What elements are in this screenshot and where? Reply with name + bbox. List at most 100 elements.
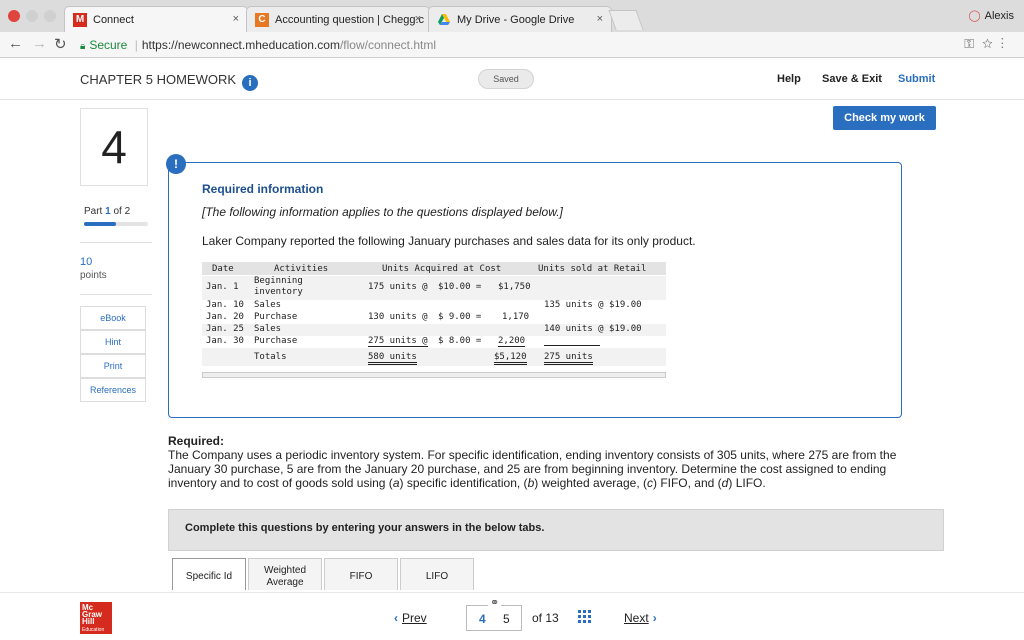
tab-specific-id[interactable]: Specific Id [172,558,246,590]
totals-acquired-total: $5,120 [494,352,527,365]
secure-label: Secure [89,38,128,52]
key-icon[interactable]: ⚿ [964,36,982,51]
cell-date: Jan. 1 [206,282,239,292]
chegg-icon: C [255,13,269,27]
part-progress-fill [84,222,116,226]
lock-icon: 🔒︎ [80,41,86,52]
logo-text: Education [82,627,105,633]
logo-text: Hill [82,617,95,626]
submit-button[interactable]: Submit [898,73,935,85]
required-text: The Company uses a periodic inventory sy… [168,448,928,490]
info-icon[interactable]: i [242,75,259,91]
google-drive-icon [437,13,451,27]
url-host: https://newconnect.mheducation.com [141,38,340,52]
required-text-part: ) LIFO. [728,476,766,490]
print-button[interactable]: Print [80,354,146,378]
star-icon[interactable]: ☆ [982,36,1001,51]
cell-acquired-units: 275 units @ [368,336,428,347]
cell-acquired-total: $1,750 [498,282,531,292]
tab-weighted-average[interactable]: Weighted Average [248,558,322,590]
divider [80,242,152,243]
window-minimize-button[interactable] [26,10,38,22]
browser-tab-chegg[interactable]: C Accounting question | Chegg.c × [246,6,430,32]
next-button[interactable]: Next › [624,611,661,625]
totals-acquired-units: 580 units [368,352,417,365]
tab-label: Weighted [263,565,307,576]
alert-icon: ! [166,154,186,174]
footer-nav: Mc Graw Hill Education ‹ Prev 4 5 ⚭ of 13… [0,592,1024,640]
column-header-date: Date [212,264,234,274]
cell-activity: Purchase [254,336,298,346]
browser-tab-connect[interactable]: M Connect × [64,6,248,32]
profile-name: Alexis [984,10,1014,22]
column-header-sold: Units sold at Retail [538,264,647,274]
divider [80,294,152,295]
current-page[interactable]: 4 [479,612,486,626]
cell-date: Jan. 10 [206,300,244,310]
mcgraw-hill-logo: Mc Graw Hill Education [80,602,112,634]
save-exit-button[interactable]: Save & Exit [822,73,882,85]
points-label: points [80,270,107,281]
new-tab-button[interactable] [608,10,644,30]
cell-acquired-cost: $ 9.00 = [438,312,482,322]
cell-date: Jan. 25 [206,324,244,334]
table-scrollbar[interactable] [202,372,666,378]
tab-label: Specific Id [185,571,233,582]
chevron-right-icon: › [652,611,657,625]
cell-acquired-cost: $10.00 = [438,282,482,292]
url-path: /flow/connect.html [339,38,436,52]
check-my-work-button[interactable]: Check my work [833,106,936,130]
cell-acquired-units: 130 units @ [368,312,428,322]
profile-menu[interactable]: ◯ Alexis [968,9,1014,22]
menu-dots-icon[interactable]: ⋮ [1001,36,1012,51]
hint-button[interactable]: Hint [80,330,146,354]
info-intro: Laker Company reported the following Jan… [202,234,696,248]
window-close-button[interactable] [8,10,20,22]
close-icon[interactable]: × [415,13,421,25]
cell-activity: Sales [254,300,282,310]
cell-date: Jan. 20 [206,312,244,322]
part-current: 1 [105,206,111,217]
forward-arrow-icon[interactable]: → [32,35,47,52]
tab-label: FIFO [349,571,373,582]
link-icon: ⚭ [488,596,502,609]
grid-icon[interactable] [578,610,591,623]
url-field[interactable]: 🔒︎ Secure | https://newconnect.mheducation… [80,38,436,52]
chapter-title: CHAPTER 5 HOMEWORK i [80,72,259,91]
tab-label: Accounting question | Chegg.c [275,14,425,26]
tab-label: Average [266,577,304,588]
cell-activity: Sales [254,324,282,334]
part-progress-bar [84,222,148,226]
part-of: of 2 [113,206,131,217]
close-icon[interactable]: × [597,13,603,25]
tab-fifo[interactable]: FIFO [324,558,398,590]
mcgraw-hill-icon: M [73,13,87,27]
prev-button[interactable]: ‹ Prev [390,611,427,625]
next-page[interactable]: 5 [503,612,510,626]
cell-activity: Purchase [254,312,298,322]
ebook-button[interactable]: eBook [80,306,146,330]
required-label-a: a [392,476,400,490]
required-text-part: ) FIFO, and ( [652,476,722,490]
close-icon[interactable]: × [233,13,239,25]
saved-badge: Saved [478,69,534,89]
cell-acquired-cost: $ 8.00 = [438,336,482,346]
prev-label: Prev [402,611,427,625]
next-label: Next [624,611,649,625]
browser-tab-google-drive[interactable]: My Drive - Google Drive × [428,6,612,32]
reload-icon[interactable]: ↻ [54,35,67,53]
tab-lifo[interactable]: LIFO [400,558,474,590]
back-arrow-icon[interactable]: ← [8,35,23,52]
help-button[interactable]: Help [777,73,801,85]
cell-sold: 135 units @ $19.00 [544,300,642,310]
question-number: 4 [80,108,148,186]
app-header: CHAPTER 5 HOMEWORK i Saved Help Save & Ex… [0,58,1024,100]
tab-label: LIFO [425,571,449,582]
window-maximize-button[interactable] [44,10,56,22]
url-separator: | [134,38,138,52]
part-label: Part [84,206,103,217]
info-title: Required information [202,182,324,196]
references-button[interactable]: References [80,378,146,402]
instructions-text: Complete this questions by entering your… [185,522,545,534]
page-count: of 13 [532,611,559,625]
